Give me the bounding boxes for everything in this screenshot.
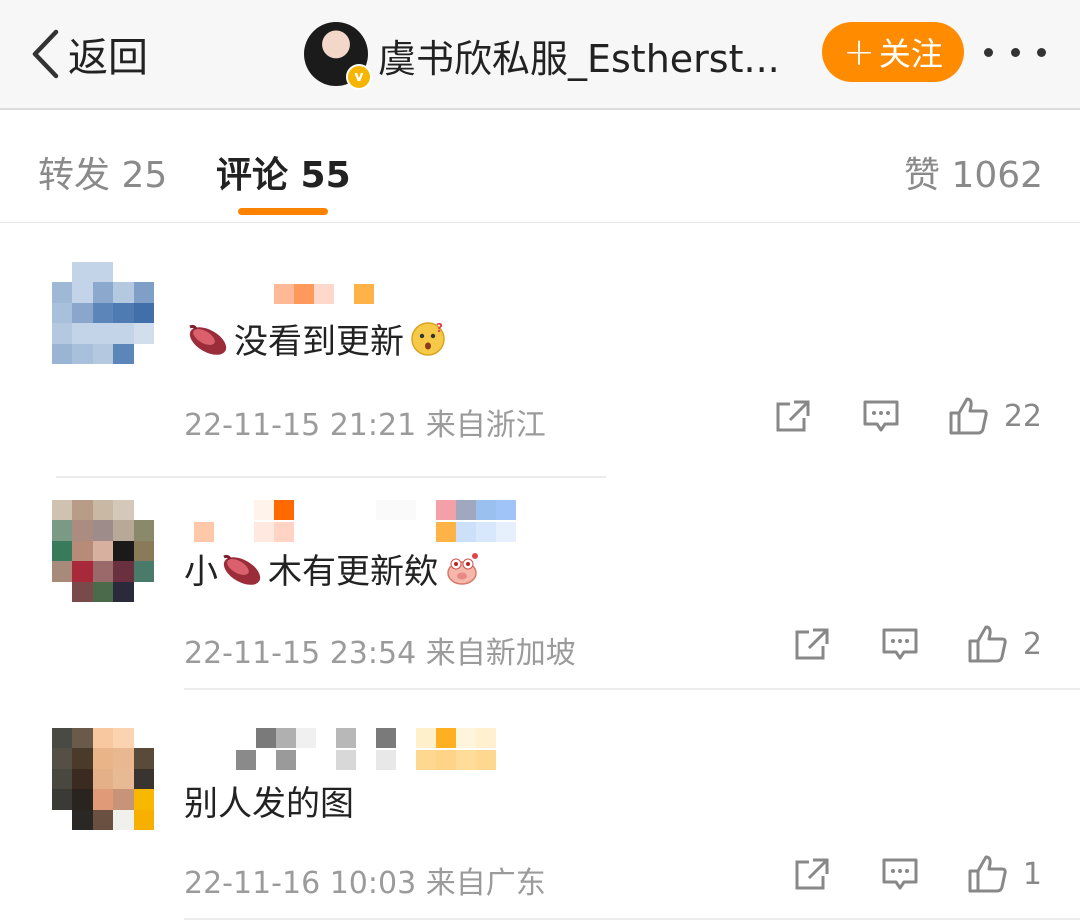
like-count: 22 (1003, 398, 1042, 434)
share-icon[interactable] (793, 626, 831, 662)
comment-actions: 22 (774, 396, 1042, 436)
tab-bar: 转发 25 评论 55 赞 1062 (0, 110, 1080, 223)
commenter-name[interactable] (274, 284, 374, 304)
author-name[interactable]: 虞书欣私服_Estherst... (378, 28, 780, 83)
commenter-name[interactable] (194, 500, 516, 520)
reply-icon[interactable] (881, 626, 919, 662)
verified-badge-icon: v (346, 64, 372, 90)
plus-icon: + (843, 30, 875, 74)
share-icon[interactable] (774, 398, 812, 434)
like-count: 2 (1022, 626, 1042, 662)
back-button[interactable]: 返回 (30, 26, 148, 82)
comment-meta: 22-11-16 10:03 来自广东 (184, 866, 546, 901)
pig-face-icon (447, 552, 478, 585)
commenter-avatar[interactable] (52, 728, 154, 830)
follow-label: 关注 (878, 35, 943, 73)
comment-actions: 1 (793, 854, 1042, 894)
share-icon[interactable] (793, 856, 831, 892)
like-icon[interactable] (948, 396, 990, 436)
divider (184, 918, 1080, 920)
divider (56, 476, 606, 478)
commenter-avatar[interactable] (52, 500, 154, 602)
commenter-name-row2 (194, 522, 516, 542)
like-icon[interactable] (967, 624, 1009, 664)
follow-button[interactable]: + 关注 (822, 22, 964, 82)
comment-actions: 2 (793, 624, 1042, 664)
back-label: 返回 (68, 35, 148, 81)
tab-reposts[interactable]: 转发 25 (38, 146, 167, 198)
comment-meta: 22-11-15 21:21 来自浙江 (184, 408, 546, 443)
top-bar: 返回 v 虞书欣私服_Estherst... + 关注 (0, 0, 1080, 110)
commenter-name-row2 (236, 750, 496, 770)
like-icon[interactable] (967, 854, 1009, 894)
commenter-name[interactable] (236, 728, 496, 748)
divider (184, 688, 1080, 690)
more-options-icon[interactable] (984, 44, 1046, 60)
svg-text:?: ? (436, 321, 443, 335)
chevron-left-icon (32, 29, 59, 79)
reply-icon[interactable] (881, 856, 919, 892)
comment-text: 别人发的图 (184, 784, 354, 824)
commenter-avatar[interactable] (52, 262, 154, 364)
sweet-potato-icon (189, 324, 227, 355)
like-count: 1 (1022, 856, 1042, 892)
comment-meta: 22-11-15 23:54 来自新加坡 (184, 636, 576, 671)
comment-text: 没看到更新 ? (184, 314, 446, 363)
confused-face-icon: ? (411, 321, 445, 356)
tab-comments[interactable]: 评论 55 (216, 146, 351, 198)
reply-icon[interactable] (862, 398, 900, 434)
tab-likes[interactable]: 赞 1062 (904, 146, 1043, 198)
active-tab-indicator (238, 208, 328, 215)
sweet-potato-icon (223, 554, 261, 585)
author-avatar[interactable]: v (304, 22, 372, 90)
comment-text: 小 木有更新欸 (184, 544, 480, 593)
